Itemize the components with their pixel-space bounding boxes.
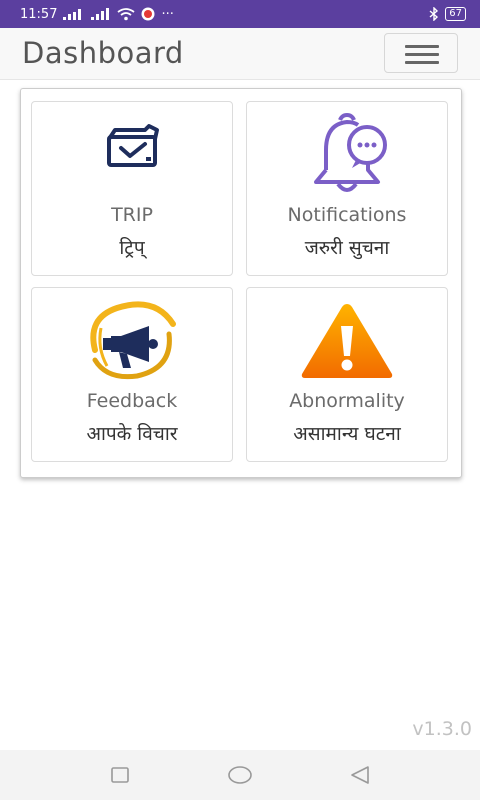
menu-bar-icon <box>405 45 439 48</box>
tile-feedback-label-hindi: आपके विचार <box>86 423 178 445</box>
more-icon: ··· <box>161 6 174 22</box>
circle-icon <box>228 766 252 784</box>
home-button[interactable] <box>210 750 270 800</box>
tile-trip-label-hindi: ट्रिप् <box>119 237 145 259</box>
system-navigation-bar <box>0 750 480 800</box>
battery-icon: 67 <box>445 7 466 21</box>
tile-notifications[interactable]: Notifications जरुरी सुचना <box>246 101 448 276</box>
square-icon <box>111 767 129 783</box>
app-header: Dashboard <box>0 28 480 80</box>
tile-feedback-label: Feedback <box>86 390 178 412</box>
tile-notifications-label-hindi: जरुरी सुचना <box>304 237 390 259</box>
megaphone-icon <box>32 298 232 384</box>
dashboard-card: TRIP ट्रिप् Notifications जरुरी सुचना Fe… <box>20 88 462 478</box>
tile-abnormality[interactable]: Abnormality असामान्य घटना <box>246 287 448 462</box>
back-triangle-icon <box>351 766 369 784</box>
menu-bar-icon <box>405 53 439 56</box>
page-title: Dashboard <box>22 36 184 70</box>
signal-icon <box>63 9 82 20</box>
warning-icon <box>247 298 447 384</box>
wifi-icon <box>117 7 136 20</box>
tile-trip-label: TRIP <box>111 204 153 226</box>
recent-apps-button[interactable] <box>90 750 150 800</box>
back-button[interactable] <box>330 750 390 800</box>
tile-notifications-label: Notifications <box>287 204 407 226</box>
tile-trip[interactable]: TRIP ट्रिप् <box>31 101 233 276</box>
bell-icon <box>247 112 447 198</box>
version-label: v1.3.0 <box>412 718 472 740</box>
tile-abnormality-label: Abnormality <box>289 390 405 412</box>
status-bar: 11:57 ··· 67 <box>0 0 480 28</box>
trip-icon <box>32 112 232 198</box>
bluetooth-icon <box>429 7 439 21</box>
status-time: 11:57 <box>20 6 58 22</box>
signal-icon <box>91 8 110 20</box>
menu-bar-icon <box>405 61 439 64</box>
app-notification-icon <box>141 7 155 21</box>
tile-feedback[interactable]: Feedback आपके विचार <box>31 287 233 462</box>
tile-abnormality-label-hindi: असामान्य घटना <box>293 423 401 445</box>
hamburger-menu-button[interactable] <box>384 33 458 73</box>
